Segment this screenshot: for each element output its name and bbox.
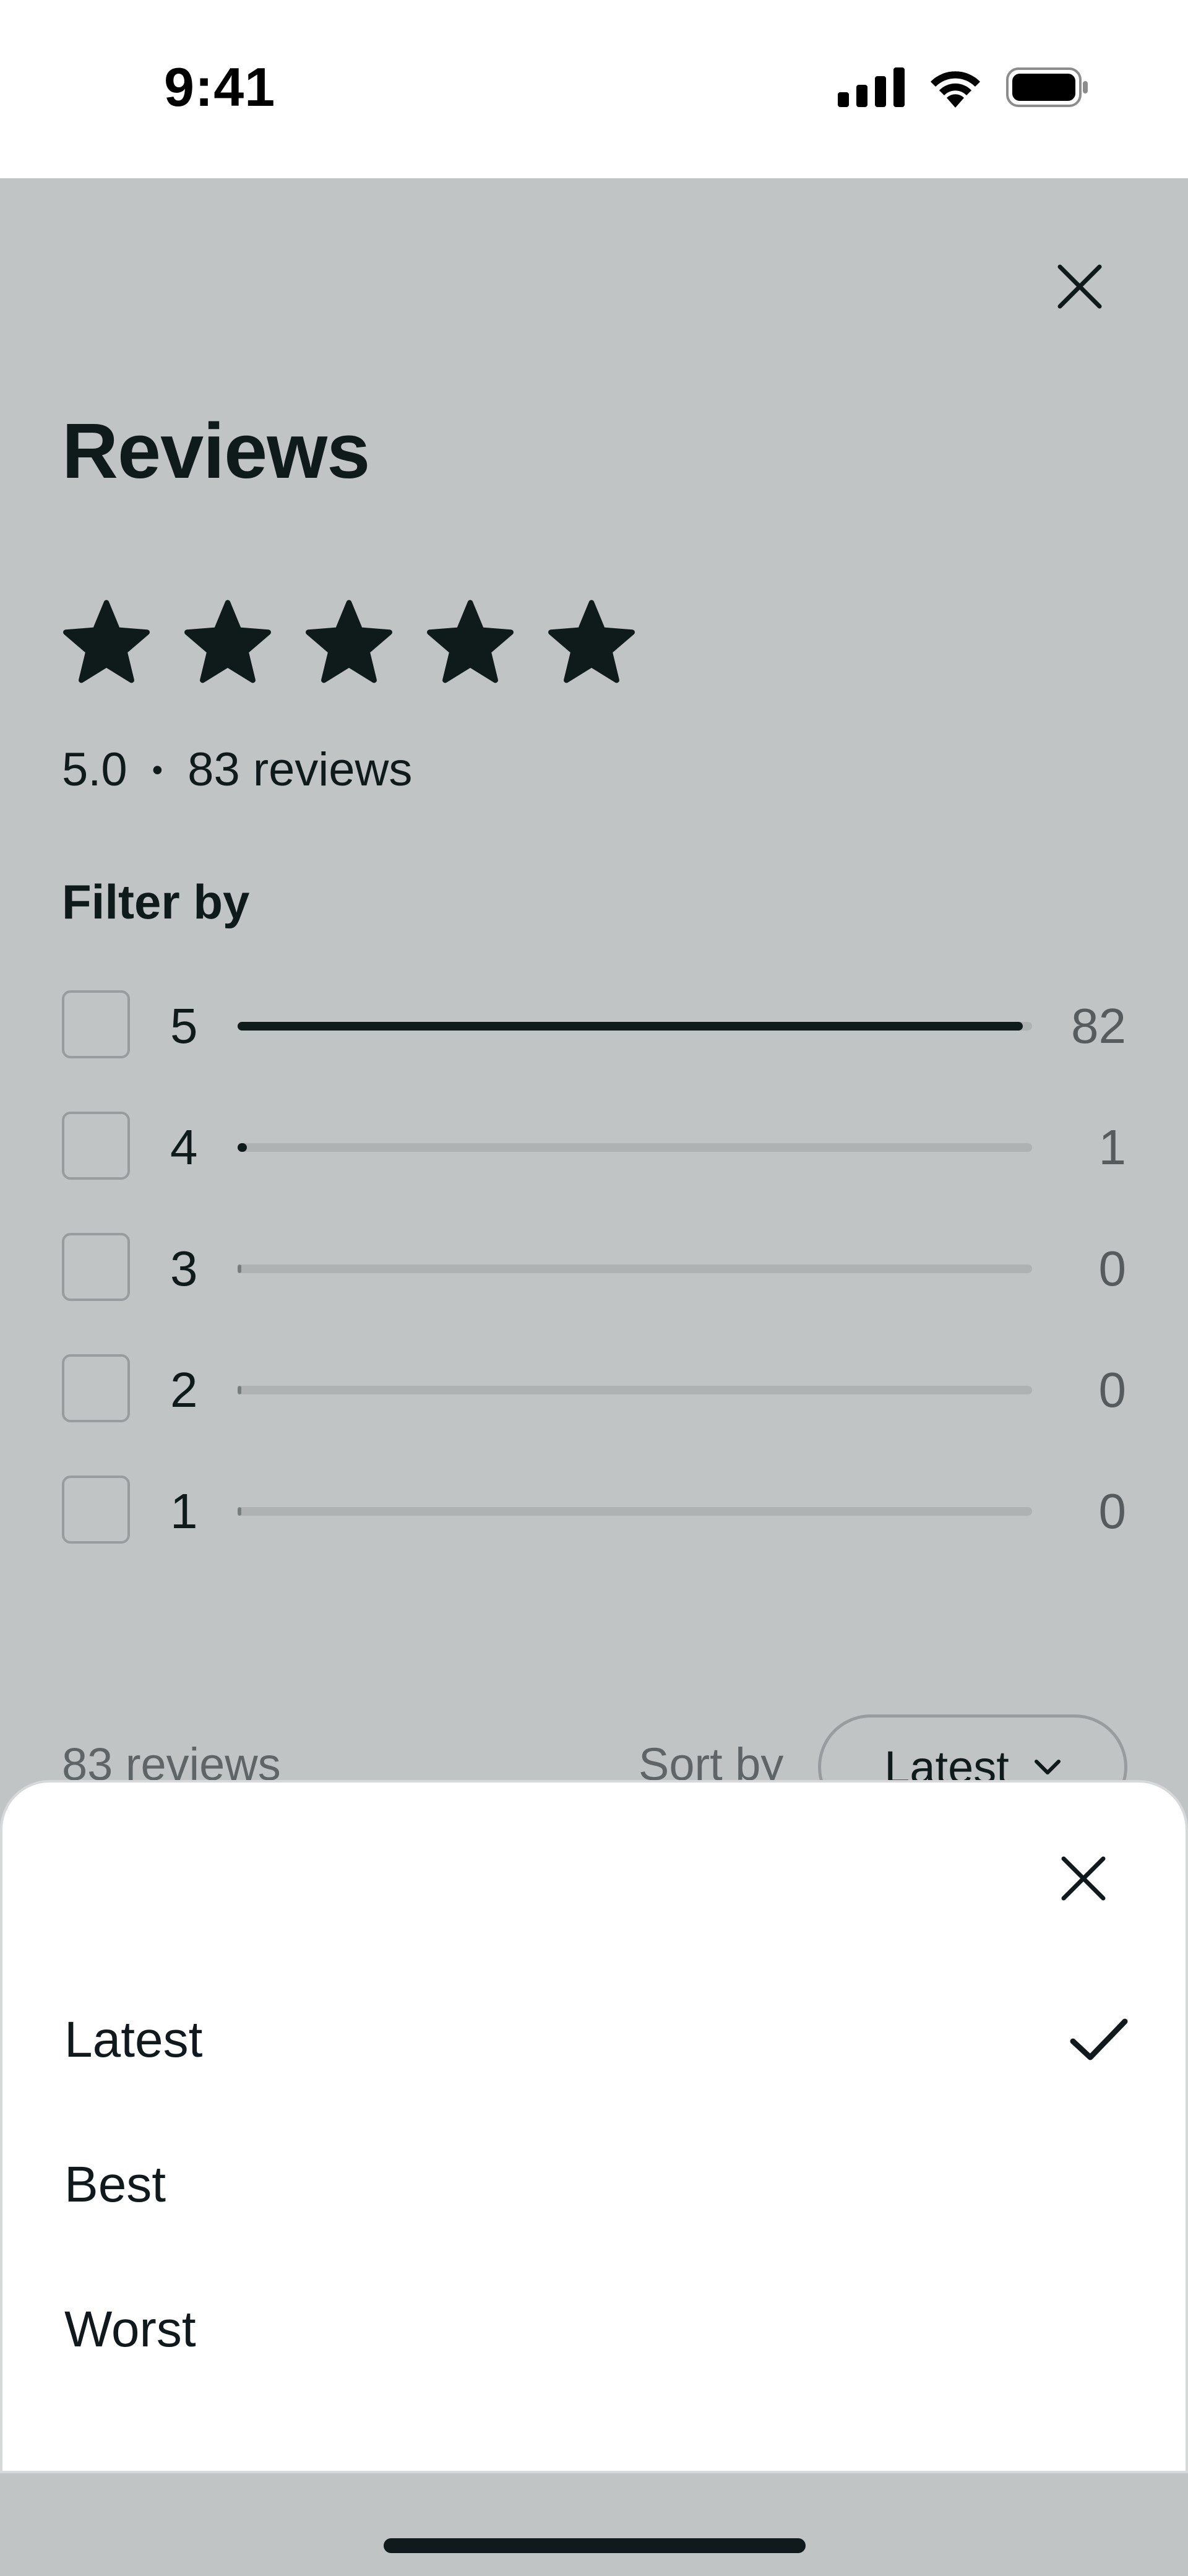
filter-checkbox[interactable] (62, 1476, 130, 1544)
status-bar: 9:41 (0, 0, 1188, 178)
cellular-signal-icon (838, 67, 905, 107)
sheet-close-button[interactable] (1049, 1844, 1117, 1913)
rating-bar-fill (238, 1386, 241, 1394)
rating-value: 5.0 (62, 743, 127, 796)
reviews-total: 83 reviews (187, 743, 413, 796)
star-icon (427, 600, 514, 683)
filter-checkbox[interactable] (62, 1233, 130, 1301)
rating-separator: • (152, 752, 163, 787)
star-icon (63, 600, 150, 683)
wifi-icon (931, 71, 980, 108)
filter-star-label: 5 (170, 998, 198, 1053)
filter-star-label: 3 (170, 1241, 198, 1296)
filter-row-2[interactable]: 2 0 (62, 1354, 1126, 1426)
sort-option-label: Best (64, 2156, 166, 2213)
sort-option-label: Latest (64, 2012, 203, 2068)
page-title: Reviews (62, 407, 370, 495)
filter-star-label: 2 (170, 1362, 198, 1417)
filter-star-label: 4 (170, 1120, 198, 1175)
rating-bar (238, 1386, 1032, 1394)
star-icon (306, 600, 392, 683)
star-rating (62, 599, 636, 688)
sort-option-latest[interactable]: Latest (64, 1990, 1129, 2090)
rating-bar-fill (238, 1143, 248, 1152)
filter-count: 82 (1071, 998, 1126, 1053)
status-icons (838, 67, 1089, 108)
rating-bar-fill (238, 1022, 1023, 1031)
home-indicator (384, 2538, 806, 2553)
sort-option-worst[interactable]: Worst (64, 2280, 1129, 2379)
status-time: 9:41 (164, 56, 276, 118)
filter-count: 0 (1098, 1362, 1127, 1417)
filter-row-4[interactable]: 4 1 (62, 1112, 1126, 1183)
filter-row-1[interactable]: 1 0 (62, 1476, 1126, 1547)
filter-count: 0 (1098, 1241, 1127, 1296)
rating-bar (238, 1507, 1032, 1516)
close-icon (1061, 1856, 1106, 1901)
sort-option-label: Worst (64, 2301, 196, 2358)
star-icon (184, 600, 271, 683)
chevron-down-icon (1034, 1760, 1061, 1774)
filter-star-label: 1 (170, 1484, 198, 1539)
sort-bottom-sheet: Latest Best Worst (0, 1780, 1188, 2473)
filter-row-5[interactable]: 5 82 (62, 990, 1126, 1062)
filter-checkbox[interactable] (62, 1354, 130, 1422)
filter-count: 1 (1098, 1120, 1127, 1175)
filter-checkbox[interactable] (62, 1112, 130, 1180)
filter-count: 0 (1098, 1484, 1127, 1539)
filter-row-3[interactable]: 3 0 (62, 1233, 1126, 1305)
close-icon (1057, 264, 1102, 309)
filter-checkbox[interactable] (62, 990, 130, 1058)
battery-icon (1006, 67, 1088, 107)
rating-bar (238, 1264, 1032, 1273)
rating-bar-fill (238, 1264, 241, 1273)
close-button[interactable] (1046, 253, 1114, 321)
star-icon (548, 600, 635, 683)
rating-bar (238, 1022, 1032, 1031)
sort-option-best[interactable]: Best (64, 2135, 1129, 2234)
rating-bar (238, 1143, 1032, 1152)
filter-title: Filter by (62, 875, 250, 929)
rating-bar-fill (238, 1507, 241, 1516)
checkmark-icon (1070, 2018, 1128, 2060)
rating-summary: 5.0 • 83 reviews (62, 743, 412, 797)
